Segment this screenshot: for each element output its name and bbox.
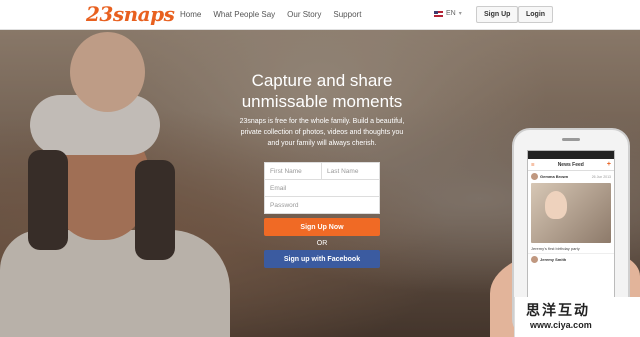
main-nav: Home What People Say Our Story Support (180, 10, 373, 19)
subtext-line-1: 23snaps is free for the whole family. Bu… (239, 118, 405, 125)
nav-our-story[interactable]: Our Story (287, 10, 321, 19)
logo[interactable]: 23snaps (86, 2, 175, 26)
menu-icon: ☰ (531, 162, 535, 167)
add-icon: + (606, 161, 611, 168)
name-row: First Name Last Name (264, 162, 380, 180)
signup-now-button[interactable]: Sign Up Now (264, 218, 380, 236)
nav-home[interactable]: Home (180, 10, 201, 19)
phone-status-bar (528, 151, 614, 159)
post-author: Gemma Brown (540, 174, 569, 179)
us-flag-icon (434, 10, 443, 17)
headline-line-2: unmissable moments (241, 92, 403, 111)
header-signup-button[interactable]: Sign Up (476, 6, 519, 23)
site-header: 23snaps Home What People Say Our Story S… (0, 0, 640, 30)
subtext-line-3: and your family will always cherish. (267, 140, 377, 147)
password-field[interactable]: Password (264, 196, 380, 214)
hero-subtext: 23snaps is free for the whole family. Bu… (222, 116, 422, 149)
avatar (531, 256, 538, 263)
comment-author: Jeremy Smith (540, 257, 567, 262)
avatar (531, 173, 538, 180)
post-comment: Jeremy Smith (528, 253, 614, 265)
subtext-line-2: private collection of photos, videos and… (240, 129, 404, 136)
first-name-field[interactable]: First Name (264, 162, 322, 180)
or-divider: OR (316, 240, 328, 247)
facebook-signup-button[interactable]: Sign up with Facebook (264, 250, 380, 268)
post-photo (531, 183, 611, 243)
post-header: Gemma Brown 26 Jun 2013 (528, 171, 614, 182)
headline-line-1: Capture and share (251, 71, 393, 90)
nav-support[interactable]: Support (333, 10, 361, 19)
app-bar: ☰ News Feed + (528, 159, 614, 171)
post-caption: Jeremy's first birthday party (531, 246, 580, 251)
signup-form: First Name Last Name Email Password Sign… (264, 162, 380, 268)
header-login-button[interactable]: Login (518, 6, 554, 23)
watermark-chinese: 思洋互动 (526, 303, 590, 319)
hero-headline: Capture and share unmissable moments (200, 70, 444, 112)
email-field[interactable]: Email (264, 179, 380, 197)
app-title: News Feed (557, 161, 584, 168)
language-selector[interactable]: EN ▾ (434, 10, 462, 17)
language-label: EN (446, 10, 456, 17)
phone-speaker (562, 138, 580, 141)
watermark-url: www.ciya.com (530, 320, 592, 330)
last-name-field[interactable]: Last Name (322, 162, 380, 180)
chevron-down-icon: ▾ (458, 11, 462, 17)
phone-screen: ☰ News Feed + Gemma Brown 26 Jun 2013 Je… (527, 150, 615, 320)
nav-what-people-say[interactable]: What People Say (213, 10, 275, 19)
post-date: 26 Jun 2013 (591, 174, 611, 179)
